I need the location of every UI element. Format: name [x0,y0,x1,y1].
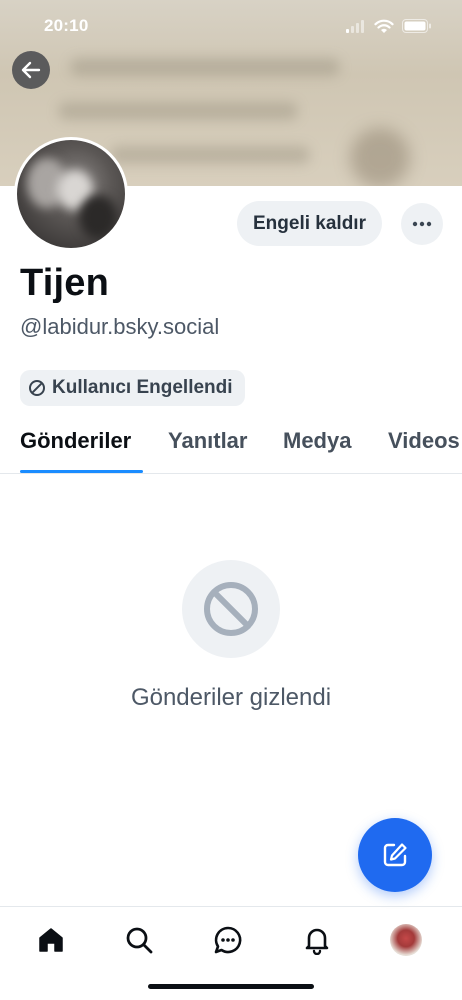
tab-posts[interactable]: Gönderiler [20,428,131,454]
status-time: 20:10 [44,16,89,35]
active-tab-indicator [20,470,143,473]
wifi-icon [374,19,394,33]
nav-search[interactable] [122,923,156,957]
home-indicator [148,984,314,989]
status-icons [346,19,432,34]
nav-home[interactable] [34,923,68,957]
profile-handle: @labidur.bsky.social [20,314,220,339]
tab-replies[interactable]: Yanıtlar [168,428,247,454]
bell-icon [305,928,329,955]
nav-chat[interactable] [211,923,245,957]
search-icon [126,927,153,954]
chat-icon [214,926,242,954]
battery-icon [402,19,431,33]
profile-avatar[interactable] [14,137,128,251]
empty-state-icon-container [182,560,280,658]
status-bar: 20:10 [0,0,462,52]
empty-state-message: Gönderiler gizlendi [130,684,332,711]
nav-notifications[interactable] [300,923,334,957]
blocked-icon [29,380,45,396]
tab-videos[interactable]: Videos [388,428,460,454]
nav-profile-avatar[interactable] [390,924,422,956]
more-options-button[interactable] [401,203,443,245]
blocked-circle-icon [204,582,258,636]
blocked-badge: Kullanıcı Engellendi [20,370,245,406]
signal-icon [346,19,364,33]
profile-tabs: Gönderiler Yanıtlar Medya Videos [0,418,462,474]
arrow-left-icon [21,61,41,79]
blocked-badge-label: Kullanıcı Engellendi [52,377,233,398]
ellipsis-icon [412,221,432,227]
unblock-button[interactable]: Engeli kaldır [237,201,382,246]
back-button[interactable] [12,51,50,89]
home-icon [39,928,63,952]
bottom-navigation [0,906,462,972]
compose-button[interactable] [358,818,432,892]
display-name: Tijen [20,262,109,304]
compose-icon [383,843,407,867]
tab-media[interactable]: Medya [283,428,351,454]
